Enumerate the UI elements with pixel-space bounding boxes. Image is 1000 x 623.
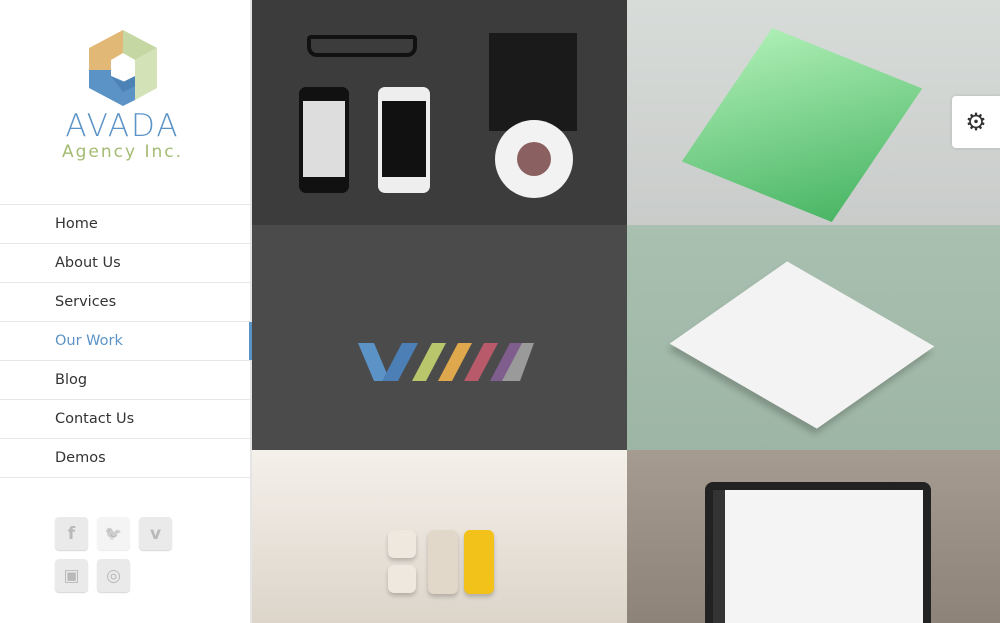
instagram-icon[interactable]: ▣ — [55, 559, 88, 592]
main-nav: Home About Us Services Our Work Blog Con… — [0, 204, 252, 478]
portfolio-item-laptop[interactable] — [627, 450, 1000, 623]
brand-tagline: Agency Inc. — [61, 142, 183, 162]
settings-button[interactable]: ⚙ — [952, 96, 1000, 148]
portfolio-item-toggles[interactable] — [252, 450, 627, 623]
portfolio-item-stationery[interactable] — [252, 0, 627, 225]
twitter-icon[interactable]: 🐦 — [97, 517, 130, 550]
nav-home[interactable]: Home — [0, 205, 250, 244]
logo[interactable]: AVADA Agency Inc. — [55, 28, 190, 178]
portfolio-item-phone-app[interactable] — [627, 0, 1000, 225]
vimeo-icon[interactable]: v — [139, 517, 172, 550]
nav-about-us[interactable]: About Us — [0, 244, 250, 283]
nav-demos[interactable]: Demos — [0, 439, 250, 478]
brand-name: AVADA — [65, 108, 180, 144]
nav-services[interactable]: Services — [0, 283, 250, 322]
sidebar: AVADA Agency Inc. Home About Us Services… — [0, 0, 252, 623]
nav-our-work[interactable]: Our Work — [0, 322, 252, 361]
nav-blog[interactable]: Blog — [0, 361, 250, 400]
portfolio-grid — [252, 0, 1000, 623]
striped-logo-icon — [358, 343, 534, 381]
dribbble-icon[interactable]: ◎ — [97, 559, 130, 592]
nav-contact-us[interactable]: Contact Us — [0, 400, 250, 439]
portfolio-item-paper[interactable] — [627, 225, 1000, 450]
portfolio-item-logo[interactable] — [252, 225, 627, 450]
gear-icon: ⚙ — [965, 108, 987, 136]
facebook-icon[interactable]: f — [55, 517, 88, 550]
hexagon-logo-icon — [88, 30, 157, 106]
social-links: f 🐦 v ▣ ◎ — [55, 517, 185, 592]
